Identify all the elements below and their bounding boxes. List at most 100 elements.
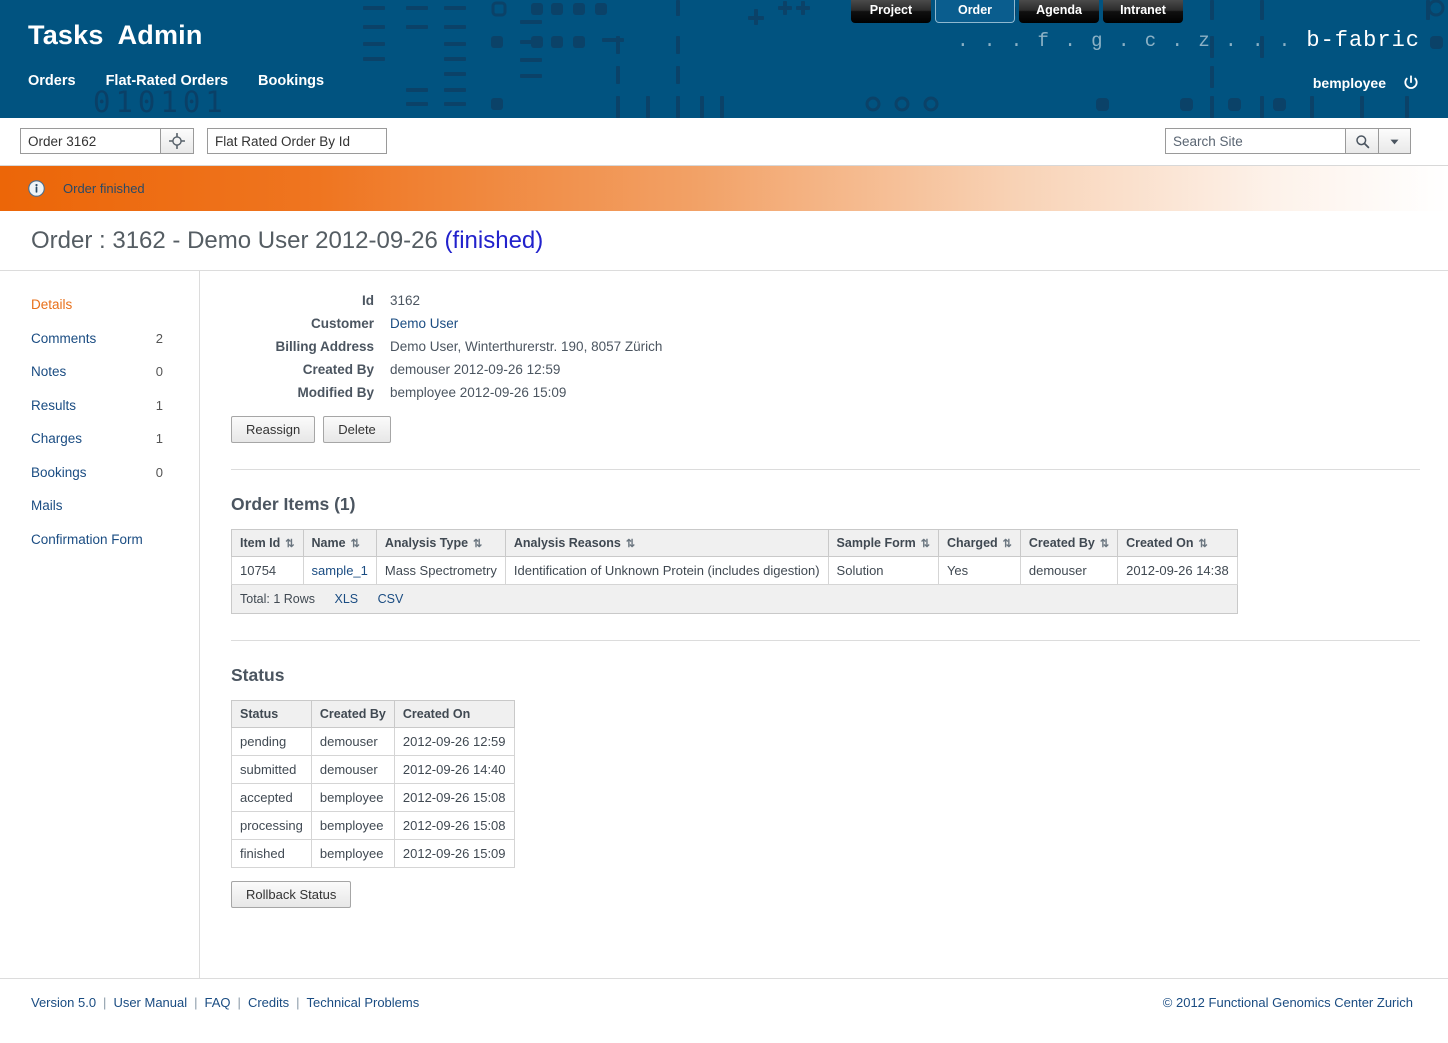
- detail-label: Id: [362, 293, 374, 308]
- cell-created-by: demouser: [1019, 556, 1119, 585]
- sidebar-item-mails[interactable]: Mails: [0, 489, 199, 523]
- export-xls-link[interactable]: XLS: [335, 592, 359, 606]
- search-options-button[interactable]: [1378, 128, 1411, 154]
- nav-item-orders[interactable]: Orders: [28, 73, 76, 89]
- nav-item-bookings[interactable]: Bookings: [258, 73, 324, 89]
- sidebar-item-details[interactable]: Details: [0, 288, 199, 322]
- column-header-item-id[interactable]: Item Id ⇅: [231, 529, 304, 557]
- rollback-status-button[interactable]: Rollback Status: [231, 881, 352, 908]
- section-divider-status: [231, 640, 1420, 641]
- tab-order[interactable]: Order: [935, 0, 1015, 23]
- detail-label: Billing Address: [275, 339, 374, 354]
- table-header-row: Item Id ⇅ Name ⇅ Analysis Type ⇅ Analysis R…: [231, 529, 1238, 557]
- app-title-admin: Admin: [117, 20, 203, 50]
- site-footer: Version 5.0 | User Manual | FAQ | Credit…: [0, 978, 1448, 1026]
- sidebar-item-label: Comments: [31, 330, 97, 346]
- cell-analysis-reasons: Identification of Unknown Protein (inclu…: [504, 556, 829, 585]
- order-search-group: [20, 128, 387, 154]
- cell-name-link[interactable]: sample_1: [312, 563, 368, 578]
- column-header-analysis-type[interactable]: Analysis Type ⇅: [375, 529, 506, 557]
- order-search-input[interactable]: [20, 128, 160, 154]
- footer-separator: |: [194, 995, 198, 1010]
- footer-link-technical-problems[interactable]: Technical Problems: [307, 995, 420, 1010]
- cell-created-by: demouser: [310, 727, 395, 756]
- notice-banner: Order finished: [0, 166, 1448, 211]
- footer-separator: |: [103, 995, 107, 1010]
- table-row: submitted demouser 2012-09-26 14:40: [231, 755, 515, 784]
- brand-name: b-fabric: [1306, 28, 1420, 53]
- order-items-heading: Order Items (1): [231, 494, 356, 514]
- cell-created-by: demouser: [310, 755, 395, 784]
- column-header-analysis-reasons[interactable]: Analysis Reasons ⇅: [504, 529, 829, 557]
- info-icon: [28, 180, 45, 197]
- column-header-created-on[interactable]: Created On ⇅: [1117, 529, 1238, 557]
- detail-value-customer-link[interactable]: Demo User: [390, 316, 458, 331]
- nav-item-flat-rated-orders[interactable]: Flat-Rated Orders: [106, 73, 228, 89]
- status-actions: Rollback Status: [231, 881, 1448, 908]
- site-search-group: [1165, 128, 1411, 154]
- detail-row-id: Id 3162: [200, 289, 662, 312]
- sort-icon: ⇅: [473, 538, 483, 550]
- app-title: Tasks Admin: [28, 20, 217, 51]
- sidebar-item-label: Confirmation Form: [31, 531, 143, 547]
- sort-icon: ⇅: [285, 538, 295, 550]
- sidebar-item-label: Details: [31, 297, 73, 313]
- sidebar-item-bookings[interactable]: Bookings 0: [0, 456, 199, 490]
- sidebar-item-notes[interactable]: Notes 0: [0, 355, 199, 389]
- cell-status: submitted: [231, 755, 312, 784]
- footer-link-faq[interactable]: FAQ: [205, 995, 231, 1010]
- column-header-charged[interactable]: Charged ⇅: [937, 529, 1021, 557]
- detail-value-created-by: demouser 2012-09-26 12:59: [390, 362, 561, 377]
- table-row: processing bemployee 2012-09-26 15:08: [231, 811, 515, 840]
- column-header-status: Status: [231, 700, 312, 728]
- footer-link-user-manual[interactable]: User Manual: [113, 995, 187, 1010]
- tab-agenda[interactable]: Agenda: [1019, 0, 1099, 23]
- tab-project[interactable]: Project: [851, 0, 931, 23]
- cell-created-by: bemployee: [310, 783, 395, 812]
- sidebar-item-confirmation-form[interactable]: Confirmation Form: [0, 523, 199, 557]
- table-row: 10754 sample_1 Mass Spectrometry Identif…: [231, 556, 1238, 585]
- sidebar-item-comments[interactable]: Comments 2: [0, 322, 199, 356]
- cell-created-on: 2012-09-26 15:08: [393, 783, 515, 812]
- table-row: pending demouser 2012-09-26 12:59: [231, 727, 515, 756]
- column-header-created-by[interactable]: Created By ⇅: [1019, 529, 1119, 557]
- sidebar-item-charges[interactable]: Charges 1: [0, 422, 199, 456]
- sidebar-item-label: Results: [31, 397, 77, 413]
- table-row: finished bemployee 2012-09-26 15:09: [231, 839, 515, 868]
- notice-text: Order finished: [63, 181, 145, 196]
- tab-intranet[interactable]: Intranet: [1103, 0, 1183, 23]
- footer-separator: |: [237, 995, 241, 1010]
- footer-separator: |: [296, 995, 300, 1010]
- delete-button[interactable]: Delete: [323, 416, 391, 443]
- table-footer-cell: Total: 1 Rows XLS CSV: [231, 584, 1238, 614]
- page-title-bar: Order : 3162 - Demo User 2012-09-26 (fin…: [0, 211, 1448, 271]
- cell-created-by: bemployee: [310, 811, 395, 840]
- search-input[interactable]: [1165, 128, 1345, 154]
- table-footer-row: Total: 1 Rows XLS CSV: [231, 584, 1238, 614]
- power-icon[interactable]: [1402, 74, 1420, 92]
- total-rows-label: Total: 1 Rows: [240, 592, 316, 606]
- column-header-sample-form[interactable]: Sample Form ⇅: [827, 529, 939, 557]
- export-csv-link[interactable]: CSV: [378, 592, 404, 606]
- cell-created-on: 2012-09-26 15:08: [393, 811, 515, 840]
- status-heading: Status: [231, 665, 285, 685]
- search-button[interactable]: [1345, 128, 1378, 154]
- reassign-button[interactable]: Reassign: [231, 416, 316, 443]
- sidebar-item-label: Bookings: [31, 464, 87, 480]
- cell-status: finished: [231, 839, 312, 868]
- site-header: 010101 Tasks Admin Orders Flat-Rated Orde…: [0, 0, 1448, 118]
- cell-sample-form: Solution: [827, 556, 939, 585]
- cell-status: processing: [231, 811, 312, 840]
- sort-icon: ⇅: [1002, 538, 1012, 550]
- column-header-name[interactable]: Name ⇅: [302, 529, 377, 557]
- section-divider-order-items: [231, 469, 1420, 470]
- page-title-status: (finished): [444, 226, 544, 254]
- sidebar-item-results[interactable]: Results 1: [0, 389, 199, 423]
- flat-rated-order-input[interactable]: [207, 128, 387, 154]
- footer-version: Version 5.0: [31, 995, 97, 1010]
- footer-link-credits[interactable]: Credits: [248, 995, 289, 1010]
- crosshair-button[interactable]: [160, 128, 194, 154]
- detail-row-billing-address: Billing Address Demo User, Winterthurers…: [200, 335, 662, 358]
- brand-dots: . . . f . g . c . z . . .: [957, 30, 1293, 52]
- detail-value-billing-address: Demo User, Winterthurerstr. 190, 8057 Zü…: [390, 339, 663, 354]
